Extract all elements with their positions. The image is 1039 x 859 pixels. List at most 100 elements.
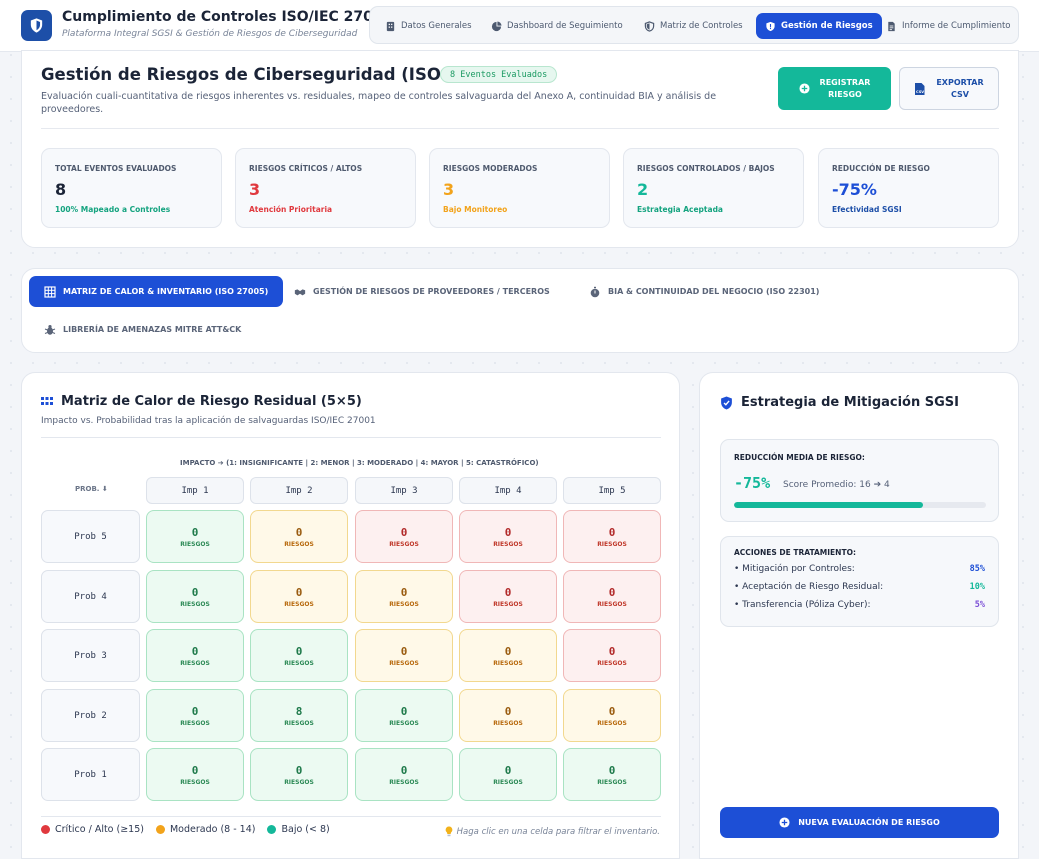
kpi-value: 2 bbox=[637, 180, 649, 199]
cell-count: 0 bbox=[191, 585, 199, 599]
heatmap-cell[interactable]: 0 RIESGOS bbox=[355, 570, 453, 623]
mitigation-card: Estrategia de Mitigación SGSI REDUCCIÓN … bbox=[699, 372, 1019, 859]
heatmap-hint: Haga clic en una celda para filtrar el i… bbox=[445, 826, 660, 837]
heatmap-cell[interactable]: 0 RIESGOS bbox=[146, 510, 244, 563]
heatmap-cell[interactable]: 0 RIESGOS bbox=[355, 629, 453, 682]
grid-icon bbox=[44, 285, 56, 298]
heatmap-subtitle: Impacto vs. Probabilidad tras la aplicac… bbox=[41, 416, 376, 426]
plus-circle-icon bbox=[779, 817, 790, 828]
heatmap-cell[interactable]: 0 RIESGOS bbox=[563, 629, 661, 682]
export-csv-button[interactable]: CSV EXPORTAR CSV bbox=[899, 67, 999, 110]
tab-bia-continuity[interactable]: BIA & CONTINUIDAD DEL NEGOCIO (ISO 22301… bbox=[574, 276, 834, 307]
heatmap-cell[interactable]: 0 RIESGOS bbox=[146, 689, 244, 742]
app-subtitle: Plataforma Integral SGSI & Gestión de Ri… bbox=[62, 29, 358, 39]
kpi-label: TOTAL EVENTOS EVALUADOS bbox=[55, 164, 177, 173]
tab-label: GESTIÓN DE RIESGOS DE PROVEEDORES / TERC… bbox=[313, 287, 550, 296]
kpi-critical-risks: RIESGOS CRÍTICOS / ALTOS 3 Atención Prio… bbox=[235, 148, 416, 228]
cell-count: 0 bbox=[504, 585, 512, 599]
heatmap-cell[interactable]: 0 RIESGOS bbox=[563, 689, 661, 742]
bug-icon bbox=[44, 324, 56, 335]
cell-label: RIESGOS bbox=[180, 659, 210, 667]
cell-count: 8 bbox=[295, 704, 303, 718]
new-risk-evaluation-button[interactable]: NUEVA EVALUACIÓN DE RIESGO bbox=[720, 807, 999, 838]
shield-icon bbox=[644, 20, 655, 32]
heatmap-cell[interactable]: 0 RIESGOS bbox=[563, 510, 661, 563]
heatmap-cell[interactable]: 0 RIESGOS bbox=[250, 570, 348, 623]
heatmap-cell[interactable]: 0 RIESGOS bbox=[355, 748, 453, 801]
heatmap-cell[interactable]: 0 RIESGOS bbox=[355, 510, 453, 563]
heatmap-cell[interactable]: 0 RIESGOS bbox=[146, 748, 244, 801]
row-header-prob: Prob 3 bbox=[41, 629, 140, 682]
cell-count: 0 bbox=[191, 763, 199, 777]
legend-low: Bajo (< 8) bbox=[267, 824, 330, 835]
nav-matriz-controles[interactable]: Matriz de Controles bbox=[635, 13, 752, 39]
csv-file-icon: CSV bbox=[915, 82, 925, 95]
heatmap-cell[interactable]: 0 RIESGOS bbox=[146, 570, 244, 623]
heatmap-cell[interactable]: 0 RIESGOS bbox=[459, 629, 557, 682]
cell-label: RIESGOS bbox=[180, 778, 210, 786]
events-badge: 8 Eventos Evaluados bbox=[440, 66, 558, 83]
heatmap-cell[interactable]: 0 RIESGOS bbox=[459, 689, 557, 742]
heatmap-title-text: Matriz de Calor de Riesgo Residual (5×5) bbox=[61, 394, 362, 409]
heatmap-divider bbox=[41, 437, 661, 438]
heatmap-cell[interactable]: 0 RIESGOS bbox=[250, 748, 348, 801]
kpi-label: RIESGOS CRÍTICOS / ALTOS bbox=[249, 164, 363, 173]
legend-divider bbox=[41, 816, 661, 817]
heatmap-cell[interactable]: 0 RIESGOS bbox=[250, 510, 348, 563]
nav-dashboard[interactable]: Dashboard de Seguimiento bbox=[482, 13, 632, 39]
heatmap-cell[interactable]: 0 RIESGOS bbox=[459, 510, 557, 563]
action-label: • Transferencia (Póliza Cyber): bbox=[734, 600, 871, 610]
cell-label: RIESGOS bbox=[493, 659, 523, 667]
cell-label: RIESGOS bbox=[597, 540, 627, 548]
cell-label: RIESGOS bbox=[493, 600, 523, 608]
heatmap-cell[interactable]: 8 RIESGOS bbox=[250, 689, 348, 742]
heatmap-cell[interactable]: 0 RIESGOS bbox=[250, 629, 348, 682]
cell-label: RIESGOS bbox=[389, 600, 419, 608]
tab-vendor-risks[interactable]: GESTIÓN DE RIESGOS DE PROVEEDORES / TERC… bbox=[279, 276, 565, 307]
legend-dot bbox=[41, 825, 50, 834]
cell-label: RIESGOS bbox=[180, 719, 210, 727]
heatmap-cell[interactable]: 0 RIESGOS bbox=[146, 629, 244, 682]
action-row-mitigation: • Mitigación por Controles: 85% bbox=[734, 564, 985, 576]
impact-axis-caption: IMPACTO ➔ (1: INSIGNIFICANTE | 2: MENOR … bbox=[180, 459, 539, 467]
heatmap-cell[interactable]: 0 RIESGOS bbox=[563, 748, 661, 801]
cell-label: RIESGOS bbox=[389, 778, 419, 786]
action-label: • Aceptación de Riesgo Residual: bbox=[734, 582, 884, 592]
document-icon bbox=[888, 21, 895, 31]
heatmap-cell[interactable]: 0 RIESGOS bbox=[563, 570, 661, 623]
cell-count: 0 bbox=[504, 704, 512, 718]
plus-circle-icon bbox=[799, 83, 810, 94]
column-header-imp-1: Imp 1 bbox=[146, 477, 244, 504]
treatment-actions-box: ACCIONES DE TRATAMIENTO: • Mitigación po… bbox=[720, 536, 999, 627]
cell-count: 0 bbox=[608, 704, 616, 718]
cell-count: 0 bbox=[608, 585, 616, 599]
kpi-value: -75% bbox=[832, 180, 877, 199]
heatmap-cell[interactable]: 0 RIESGOS bbox=[459, 748, 557, 801]
cell-count: 0 bbox=[504, 763, 512, 777]
cell-count: 0 bbox=[608, 763, 616, 777]
cell-label: RIESGOS bbox=[180, 600, 210, 608]
row-header-prob: Prob 4 bbox=[41, 570, 140, 623]
export-label-2: CSV bbox=[951, 89, 969, 99]
cell-label: RIESGOS bbox=[597, 659, 627, 667]
heatmap-title: Matriz de Calor de Riesgo Residual (5×5) bbox=[41, 394, 362, 409]
register-risk-button[interactable]: REGISTRAR RIESGO bbox=[778, 67, 891, 110]
row-header-prob: Prob 2 bbox=[41, 689, 140, 742]
tab-mitre-library[interactable]: LIBRERÍA DE AMENAZAS MITRE ATT&CK bbox=[29, 314, 256, 345]
nav-gestion-riesgos[interactable]: Gestión de Riesgos bbox=[756, 13, 882, 39]
legend-label: Moderado (8 - 14) bbox=[169, 824, 256, 835]
risk-reduction-box: REDUCCIÓN MEDIA DE RIESGO: -75% Score Pr… bbox=[720, 439, 999, 522]
app-logo[interactable] bbox=[21, 10, 52, 41]
column-header-imp-3: Imp 3 bbox=[355, 477, 453, 504]
kpi-sub: 100% Mapeado a Controles bbox=[55, 205, 171, 214]
kpi-total-events: TOTAL EVENTOS EVALUADOS 8 100% Mapeado a… bbox=[41, 148, 222, 228]
kpi-label: RIESGOS CONTROLADOS / BAJOS bbox=[637, 164, 775, 173]
nav-datos-generales[interactable]: Datos Generales bbox=[376, 13, 481, 39]
cell-count: 0 bbox=[191, 525, 199, 539]
heatmap-cell[interactable]: 0 RIESGOS bbox=[355, 689, 453, 742]
tab-heatmap-inventory[interactable]: MATRIZ DE CALOR & INVENTARIO (ISO 27005) bbox=[29, 276, 284, 307]
kpi-sub: Estrategia Aceptada bbox=[637, 205, 723, 214]
heatmap-cell[interactable]: 0 RIESGOS bbox=[459, 570, 557, 623]
risk-tabs-card: MATRIZ DE CALOR & INVENTARIO (ISO 27005)… bbox=[21, 268, 1019, 353]
nav-informe[interactable]: Informe de Cumplimiento bbox=[877, 13, 1019, 39]
